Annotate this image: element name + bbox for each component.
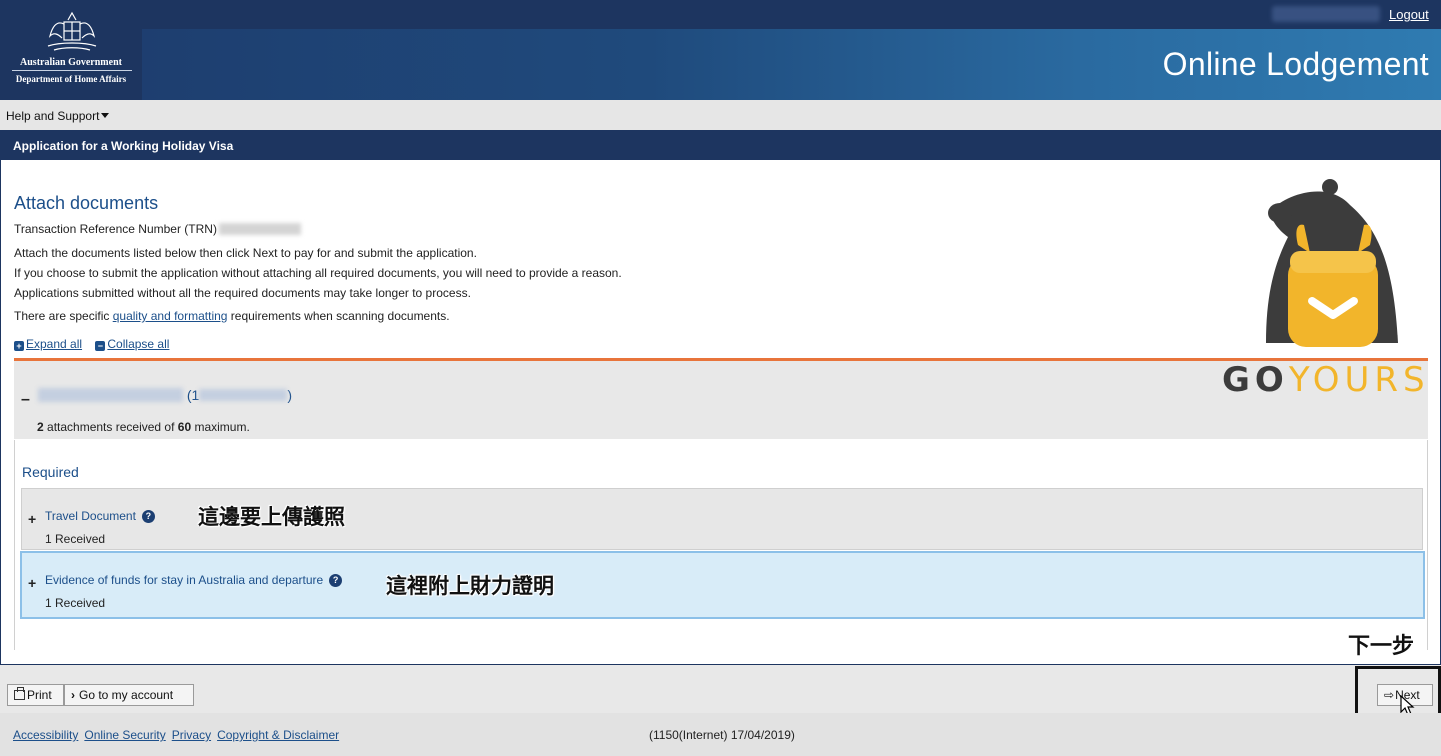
applicant-id-redacted (199, 389, 288, 401)
applicant-section: – (1) 2 attachments received of 60 maxim… (14, 361, 1428, 439)
help-icon[interactable]: ? (329, 574, 343, 587)
copyright-disclaimer-link[interactable]: Copyright & Disclaimer (217, 728, 339, 742)
arrow-right-icon: ⇨ (1384, 688, 1395, 702)
document-title-text: Travel Document (45, 509, 136, 523)
version-info: (1150(Internet) 17/04/2019) (649, 728, 795, 742)
instructions-4-before: There are specific (14, 309, 113, 323)
go-to-account-button[interactable]: › Go to my account (64, 684, 194, 706)
go-to-account-label: Go to my account (79, 688, 174, 702)
print-label: Print (27, 688, 52, 702)
collapse-all-link[interactable]: Collapse all (107, 337, 169, 351)
applicant-id-prefix: (1 (186, 387, 200, 403)
application-title: Application for a Working Holiday Visa (13, 139, 234, 153)
help-and-support-menu[interactable]: Help and Support (6, 109, 110, 123)
privacy-link[interactable]: Privacy (172, 728, 211, 742)
quality-formatting-link[interactable]: quality and formatting (113, 309, 228, 323)
expand-document-icon[interactable]: + (28, 511, 36, 527)
goyours-watermark: GOYOURS (1222, 360, 1430, 400)
annotation-next-step: 下一步 (1348, 634, 1415, 659)
instructions-1: Attach the documents listed below then c… (14, 246, 477, 260)
document-evidence-of-funds[interactable]: + Evidence of funds for stay in Australi… (20, 551, 1425, 619)
attachments-mid: attachments received of (43, 420, 178, 434)
document-title[interactable]: Travel Document? (45, 509, 155, 523)
help-bar: Help and Support (0, 100, 1441, 130)
printer-icon (14, 687, 25, 700)
footer: Accessibility Online Security Privacy Copyr… (0, 713, 1441, 756)
instructions-3: Applications submitted without all the r… (14, 286, 471, 300)
applicant-name[interactable]: (1) (38, 387, 292, 403)
trn-value-redacted (218, 223, 301, 235)
required-heading: Required (22, 464, 79, 480)
required-documents-section: Required + Travel Document? 1 Received +… (14, 440, 1428, 650)
instructions-4-after: requirements when scanning documents. (227, 309, 450, 323)
attachments-received: 2 (37, 420, 44, 434)
annotation-passport: 這邊要上傳護照 (198, 505, 345, 529)
logout-link[interactable]: Logout (1389, 7, 1429, 22)
applicant-name-redacted (38, 388, 183, 402)
plus-square-icon: + (14, 341, 24, 351)
help-icon[interactable]: ? (141, 510, 155, 523)
instructions-2: If you choose to submit the application … (14, 266, 622, 280)
user-name-redacted (1272, 6, 1380, 22)
watermark-go: GO (1222, 360, 1289, 400)
trn-line: Transaction Reference Number (TRN) (14, 222, 301, 236)
annotation-funds: 這裡附上財力證明 (386, 574, 554, 598)
gov-logo[interactable]: Australian Government Department of Home… (0, 0, 142, 100)
footer-links: Accessibility Online Security Privacy Copyr… (13, 728, 345, 742)
department-name: Department of Home Affairs (15, 74, 127, 84)
print-button[interactable]: Print (7, 684, 64, 706)
gov-name: Australian Government (20, 57, 122, 68)
coat-of-arms-icon (47, 11, 97, 51)
document-status: 1 Received (45, 532, 106, 546)
action-bar: Print › Go to my account (0, 675, 1441, 713)
help-and-support-label: Help and Support (6, 109, 100, 123)
caret-down-icon (101, 113, 110, 118)
document-title-text: Evidence of funds for stay in Australia … (45, 573, 324, 587)
instructions-4: There are specific quality and formattin… (14, 309, 450, 323)
expand-all-link[interactable]: Expand all (26, 337, 82, 351)
chevron-right-icon: › (71, 688, 75, 702)
attachments-max: 60 (177, 420, 192, 434)
applicant-id-suffix: ) (287, 387, 293, 403)
accessibility-link[interactable]: Accessibility (13, 728, 78, 742)
trn-label: Transaction Reference Number (TRN) (14, 222, 217, 236)
minus-square-icon: − (95, 341, 106, 351)
attachments-end: maximum. (191, 420, 250, 434)
expand-document-icon[interactable]: + (28, 575, 36, 591)
application-bar: Application for a Working Holiday Visa (0, 130, 1441, 160)
watermark-yours: YOURS (1288, 360, 1430, 400)
expand-collapse-controls: + Expand all − Collapse all (14, 337, 179, 351)
logo-divider (12, 70, 132, 71)
attachments-summary: 2 attachments received of 60 maximum. (37, 420, 250, 434)
page-title: Attach documents (14, 193, 159, 213)
document-title[interactable]: Evidence of funds for stay in Australia … (45, 573, 343, 587)
collapse-applicant-icon[interactable]: – (21, 391, 30, 409)
document-status: 1 Received (45, 596, 106, 610)
app-title: Online Lodgement (1162, 46, 1429, 82)
top-strip (0, 0, 1441, 29)
online-security-link[interactable]: Online Security (84, 728, 165, 742)
